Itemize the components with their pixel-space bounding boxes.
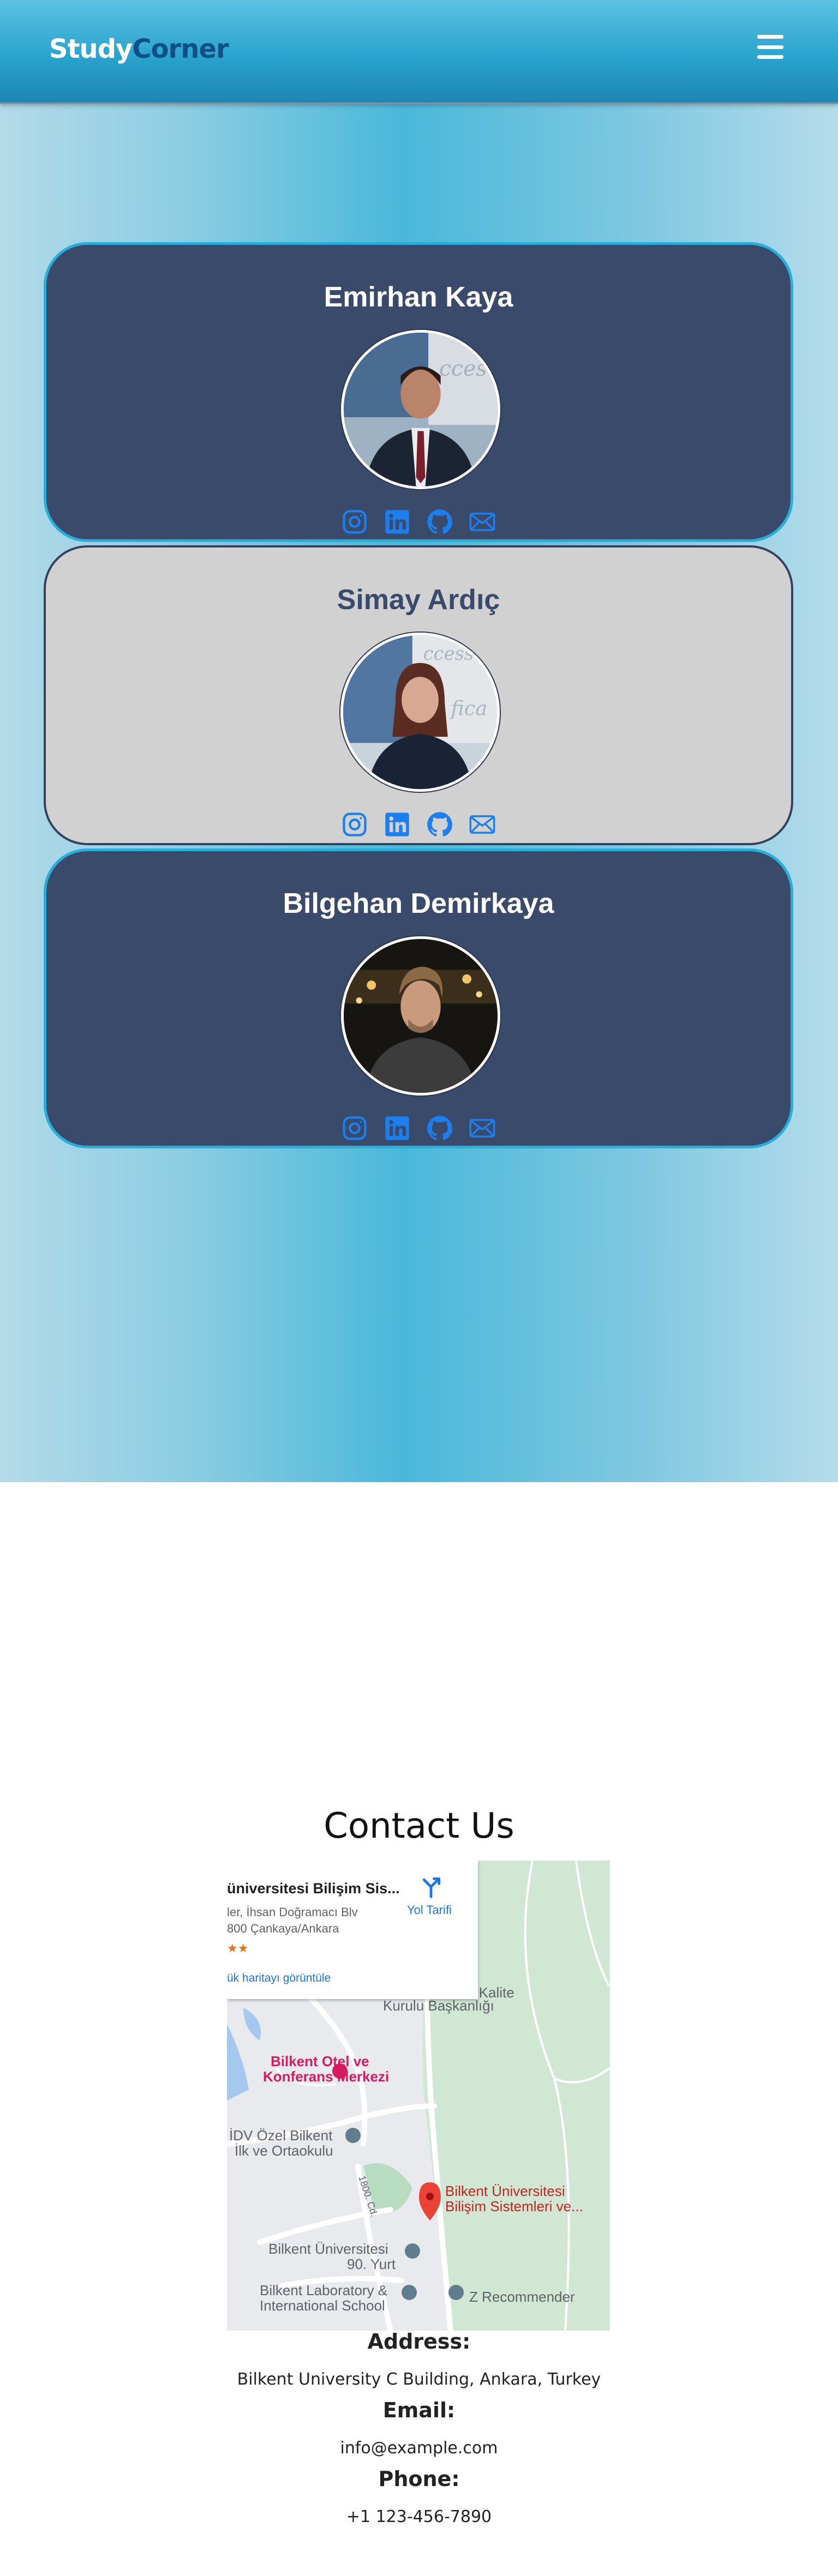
svg-text:ccess: ccess xyxy=(423,643,474,664)
map-label: Bilkent Üniversitesi xyxy=(268,2241,388,2257)
hamburger-line xyxy=(757,45,783,49)
map-label: Kurulu Başkanlığı xyxy=(383,1997,494,2014)
mail-icon[interactable] xyxy=(468,508,496,536)
avatar-photo: ccess fica xyxy=(340,633,500,792)
map-label: İlk ve Ortaokulu xyxy=(235,2142,333,2159)
map-label: International School xyxy=(260,2297,385,2314)
map-place-address: ler, İhsan Doğramacı Blv xyxy=(227,1905,358,1919)
svg-text:cces: cces xyxy=(439,356,487,381)
instagram-icon[interactable] xyxy=(340,508,369,536)
team-card-simay: Simay Ardıç ccess fica xyxy=(44,545,793,845)
email-value[interactable]: info@example.com xyxy=(0,2439,838,2458)
instagram-icon[interactable] xyxy=(340,810,369,839)
avatar-photo: cces xyxy=(341,330,500,489)
map-label: Bilkent Laboratory & xyxy=(260,2282,388,2298)
map-place-card: üniversitesi Bilişim Sis... ler, İhsan D… xyxy=(227,1861,478,1999)
social-links xyxy=(46,810,791,839)
team-member-name: Emirhan Kaya xyxy=(324,281,513,313)
mail-icon[interactable] xyxy=(468,1114,496,1142)
github-icon[interactable] xyxy=(426,810,454,839)
map-label: Bilkent Otel ve xyxy=(271,2053,369,2069)
map-label: 90. Yurt xyxy=(347,2256,396,2272)
team-member-name: Simay Ardıç xyxy=(337,584,500,616)
brand-study: Study xyxy=(49,34,133,64)
social-links xyxy=(46,508,791,536)
mail-icon[interactable] xyxy=(468,810,496,839)
map-place-name: üniversitesi Bilişim Sis... xyxy=(227,1880,400,1897)
directions-icon[interactable] xyxy=(419,1875,443,1899)
map-label: Konferans Merkezi xyxy=(263,2068,390,2085)
map-label: Bilişim Sistemleri ve... xyxy=(445,2198,583,2214)
phone-label: Phone: xyxy=(378,2467,460,2491)
team-card-emirhan: Emirhan Kaya cces xyxy=(44,242,793,542)
phone-value[interactable]: +1 123-456-7890 xyxy=(0,2507,838,2526)
hamburger-line xyxy=(757,55,783,59)
map-rating-stars: ★★ xyxy=(227,1941,249,1955)
map-label: Z Recommender xyxy=(469,2289,575,2305)
svg-text:fica: fica xyxy=(449,697,487,720)
linkedin-icon[interactable] xyxy=(383,810,411,839)
team-section: Emirhan Kaya cces Simay Ardıç ccess fica… xyxy=(0,103,838,1482)
address-value: Bilkent University C Building, Ankara, T… xyxy=(237,2370,601,2389)
map-place-address: 800 Çankaya/Ankara xyxy=(227,1922,339,1935)
github-icon[interactable] xyxy=(426,508,454,536)
avatar-photo xyxy=(341,936,500,1096)
map-label: Bilkent Üniversitesi xyxy=(445,2183,565,2199)
team-card-bilgehan: Bilgehan Demirkaya xyxy=(44,848,793,1148)
social-links xyxy=(46,1114,791,1142)
directions-link[interactable]: Yol Tarifi xyxy=(407,1903,452,1917)
instagram-icon[interactable] xyxy=(340,1114,369,1142)
contact-title: Contact Us xyxy=(324,1806,514,1846)
address-label: Address: xyxy=(367,2330,471,2354)
embedded-map[interactable]: n Kalite Kurulu Başkanlığı Bilkent Otel … xyxy=(227,1861,610,2331)
linkedin-icon[interactable] xyxy=(383,1114,411,1142)
brand-logo[interactable]: StudyCorner xyxy=(49,34,229,64)
navbar: StudyCorner xyxy=(0,0,838,104)
team-member-name: Bilgehan Demirkaya xyxy=(283,888,554,919)
linkedin-icon[interactable] xyxy=(383,508,411,536)
larger-map-link[interactable]: ük haritayı görüntüle xyxy=(227,1972,331,1985)
brand-corner: Corner xyxy=(132,34,229,64)
github-icon[interactable] xyxy=(426,1114,454,1142)
map-label: İDV Özel Bilkent xyxy=(229,2127,333,2144)
hamburger-menu-icon[interactable] xyxy=(757,35,783,59)
email-label: Email: xyxy=(382,2398,456,2422)
hamburger-line xyxy=(757,35,783,39)
